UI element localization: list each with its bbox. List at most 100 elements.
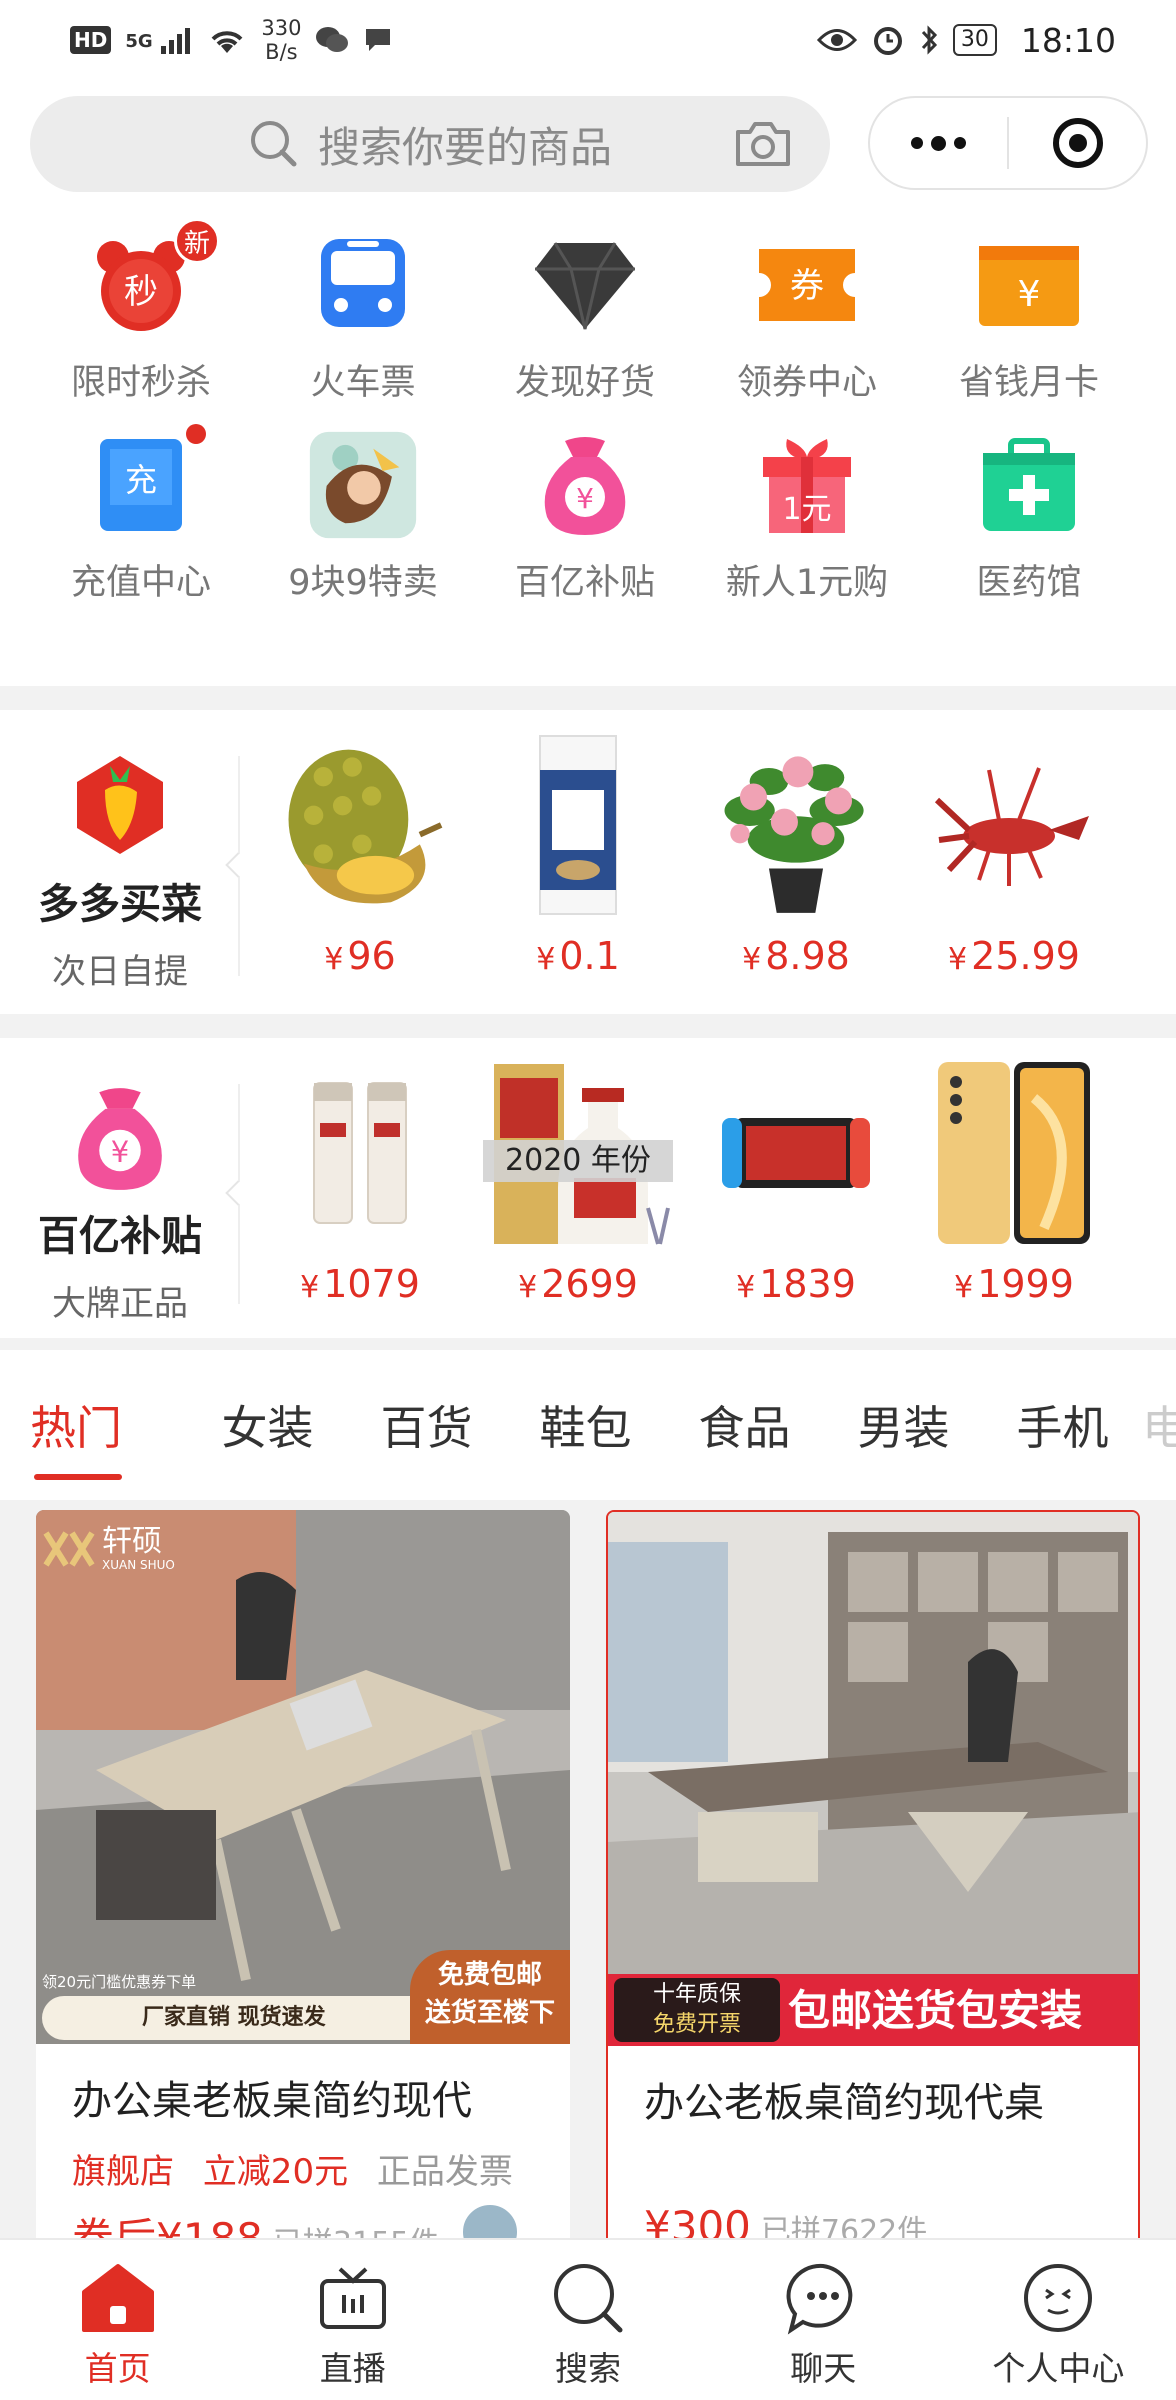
tv-icon (315, 2260, 391, 2336)
coupon-hint: 领20元门槛优惠券下单 (42, 1973, 197, 1991)
tab-food[interactable]: 食品 (665, 1392, 824, 1458)
tab-general-goods[interactable]: 百货 (347, 1392, 506, 1458)
search-icon (250, 121, 297, 167)
quick-entry-label: 百亿补贴 (514, 563, 655, 603)
quick-entry-label: 医药馆 (976, 563, 1082, 603)
miniprogram-capsule (868, 96, 1148, 190)
tab-label: 首页 (84, 2349, 151, 2388)
grocery-subtitle: 次日自提 (52, 952, 188, 992)
search-icon (550, 2260, 626, 2336)
subsidy-item-liquor[interactable]: 2020 年份 ¥2699 (468, 1058, 688, 1328)
target-icon (1052, 118, 1103, 168)
quick-entry-pharmacy[interactable]: 医药馆 (918, 430, 1140, 630)
price: ¥2699 (518, 1262, 638, 1306)
grocery-item-crayfish[interactable]: ¥25.99 (914, 730, 1114, 1000)
quick-entry-label: 限时秒杀 (70, 363, 211, 403)
grocery-promo-row[interactable]: 多多买菜 次日自提 ¥96 ¥0.1 ¥8.98 ¥25.99 (0, 710, 1176, 1010)
promo-banner-text: 包邮送货包安装 (788, 1986, 1083, 2035)
money-bag-icon: ¥ (530, 430, 640, 540)
subsidy-promo-row[interactable]: ¥ 百亿补贴 大牌正品 ¥1079 2020 年份 ¥2699 ¥1839 ¥ … (0, 1038, 1176, 1338)
quick-entry-discover[interactable]: 发现好货 (474, 230, 696, 430)
grocery-item-milk[interactable]: ¥0.1 (478, 730, 678, 1000)
tab-chat[interactable]: 聊天 (706, 2240, 941, 2400)
coupon-icon-text: 券 (790, 266, 824, 306)
search-bar[interactable]: 搜索你要的商品 (30, 96, 830, 192)
promo-divider (238, 756, 240, 976)
camera-icon[interactable] (732, 118, 794, 170)
rose-plant-image (711, 730, 881, 920)
recharge-icon: 充 (86, 424, 206, 540)
quick-entry-newbie[interactable]: 1元 新人1元购 (696, 430, 918, 630)
network-icon: 5G (125, 26, 193, 54)
quick-entry-subsidy[interactable]: ¥ 百亿补贴 (474, 430, 696, 630)
quick-entry-label: 发现好货 (514, 363, 655, 403)
product-tags (644, 2146, 1138, 2190)
money-bag-icon: ¥ (78, 1088, 162, 1190)
card-icon: ¥ (974, 230, 1084, 340)
price: ¥25.99 (948, 934, 1080, 978)
product-card[interactable]: 轩硕 XUAN SHUO 领20元门槛优惠券下单 厂家直销 现货速发 免费包邮 … (36, 1510, 570, 2250)
clock: 18:10 (1020, 20, 1116, 60)
chat-icon (785, 2260, 861, 2336)
tab-men[interactable]: 男装 (824, 1392, 983, 1458)
product-image: 轩硕 XUAN SHUO 领20元门槛优惠券下单 厂家直销 现货速发 免费包邮 … (36, 1510, 570, 2044)
tab-shoes-bags[interactable]: 鞋包 (506, 1392, 665, 1458)
profile-icon (1020, 2260, 1096, 2336)
quick-entry-label: 省钱月卡 (958, 363, 1099, 403)
grocery-item-durian[interactable]: ¥96 (260, 730, 460, 1000)
tab-electronics[interactable]: 电 (1142, 1392, 1176, 1458)
product-card[interactable]: 十年质保 免费开票 包邮送货包安装 办公老板桌简约现代桌 ¥300 已拼7622件 (606, 1510, 1140, 2250)
notification-dot (186, 424, 206, 444)
price: ¥1079 (300, 1262, 420, 1306)
game-console-image (711, 1058, 881, 1248)
message-icon (366, 29, 391, 51)
quick-entry-label: 充值中心 (70, 563, 211, 603)
quick-entry-grid: 秒 新 限时秒杀 火车票 发现好货 券 领券中心 ¥ 省钱月卡 充 充值中心 9… (0, 218, 1176, 630)
status-bar: HD 5G 330 B/s 30 18:10 (0, 0, 1176, 80)
grocery-promo-header[interactable]: 多多买菜 次日自提 (0, 710, 240, 1010)
subsidy-item-phone[interactable]: ¥1999 (914, 1058, 1114, 1328)
signal-icon (161, 28, 191, 54)
section-gap (0, 1338, 1176, 1350)
subsidy-subtitle: 大牌正品 (52, 1284, 188, 1324)
warranty-badge: 十年质保 免费开票 (614, 1978, 780, 2042)
close-miniprogram-button[interactable] (1009, 98, 1146, 188)
medical-kit-icon (974, 430, 1084, 540)
subsidy-item-game-console[interactable]: ¥1839 (696, 1058, 896, 1328)
wifi-icon (211, 31, 243, 53)
tab-profile[interactable]: 个人中心 (941, 2240, 1176, 2400)
card-icon-text: ¥ (1018, 274, 1041, 315)
net-speed: 330 B/s (261, 16, 302, 64)
status-left: HD 5G 330 B/s (70, 16, 393, 64)
phone-image (929, 1058, 1099, 1248)
quick-entry-seckill[interactable]: 秒 新 限时秒杀 (30, 218, 252, 430)
gift-box-icon: 1元 (752, 430, 862, 540)
section-gap (0, 686, 1176, 710)
grocery-item-rose[interactable]: ¥8.98 (696, 730, 896, 1000)
quick-entry-train[interactable]: 火车票 (252, 230, 474, 430)
tab-live[interactable]: 直播 (235, 2240, 470, 2400)
more-button[interactable] (870, 98, 1007, 188)
tab-hot[interactable]: 热门 (30, 1392, 130, 1480)
quick-grid-row-2: 充 充值中心 9块9特卖 ¥ 百亿补贴 1元 新人1元购 医药馆 (0, 424, 1176, 630)
promo-banner-left: 厂家直销 现货速发 (42, 1996, 462, 2040)
tab-phones[interactable]: 手机 (983, 1392, 1142, 1458)
tab-women[interactable]: 女装 (188, 1392, 347, 1458)
tag-discount: 立减20元 (202, 2152, 349, 2192)
quick-entry-recharge[interactable]: 充 充值中心 (30, 424, 252, 630)
gift-box-icon-text: 1元 (782, 492, 831, 527)
office-desk-image (608, 1512, 1138, 2046)
durian-image (275, 730, 445, 920)
quick-entry-monthly-card[interactable]: ¥ 省钱月卡 (918, 230, 1140, 430)
subsidy-item-skincare[interactable]: ¥1079 (260, 1058, 460, 1328)
bluetooth-icon (921, 25, 937, 55)
tab-home[interactable]: 首页 (0, 2240, 235, 2400)
subsidy-promo-header[interactable]: ¥ 百亿补贴 大牌正品 (0, 1038, 240, 1338)
hd-icon: HD (70, 26, 112, 54)
quick-entry-9-9-sale[interactable]: 9块9特卖 (252, 430, 474, 630)
tab-search[interactable]: 搜索 (470, 2240, 705, 2400)
wechat-icon (316, 27, 349, 52)
quick-entry-coupon[interactable]: 券 领券中心 (696, 230, 918, 430)
price: ¥1999 (954, 1262, 1074, 1306)
grocery-title: 多多买菜 (38, 880, 202, 928)
